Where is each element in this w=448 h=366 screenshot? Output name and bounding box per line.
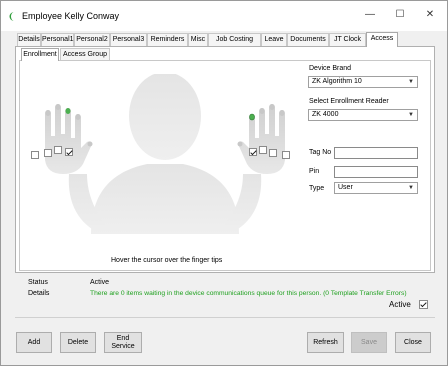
- tab-misc[interactable]: Misc: [188, 33, 208, 46]
- tab-personal3[interactable]: Personal3: [110, 33, 147, 46]
- chevron-down-icon: ▼: [408, 185, 414, 191]
- employee-window: Employee Kelly Conway — ☐ ✕ Details Pers…: [0, 0, 448, 366]
- right-middle-tip[interactable]: [259, 108, 265, 114]
- left-middle-tip[interactable]: [65, 108, 71, 114]
- save-button[interactable]: Save: [351, 332, 387, 353]
- end-service-line1: End: [116, 334, 130, 342]
- app-icon: [9, 12, 14, 21]
- title-bar[interactable]: Employee Kelly Conway — ☐ ✕: [1, 1, 447, 31]
- right-index-tip[interactable]: [249, 113, 255, 121]
- subtab-enrollment[interactable]: Enrollment: [21, 48, 59, 61]
- type-value: User: [338, 184, 353, 191]
- pin-input[interactable]: [334, 166, 418, 178]
- tag-no-input[interactable]: [334, 147, 418, 159]
- tab-documents[interactable]: Documents: [287, 33, 329, 46]
- enrollment-reader-label: Select Enrollment Reader: [309, 98, 389, 105]
- right-ring-checkbox[interactable]: [269, 149, 277, 157]
- close-window-button[interactable]: ✕: [419, 6, 441, 24]
- chevron-down-icon: ▼: [408, 112, 414, 118]
- device-brand-label: Device Brand: [309, 65, 352, 72]
- chevron-down-icon: ▼: [408, 79, 414, 85]
- left-hand: [45, 104, 93, 174]
- body-shape: [91, 164, 239, 234]
- left-pinky-checkbox[interactable]: [31, 151, 39, 159]
- close-button[interactable]: Close: [395, 332, 431, 353]
- maximize-button[interactable]: ☐: [389, 6, 411, 24]
- refresh-button[interactable]: Refresh: [307, 332, 344, 353]
- left-pinky-tip[interactable]: [45, 110, 51, 116]
- window-title: Employee Kelly Conway: [22, 11, 120, 21]
- tab-reminders[interactable]: Reminders: [147, 33, 188, 46]
- tab-job-costing[interactable]: Job Costing: [208, 33, 261, 46]
- pin-label: Pin: [309, 168, 320, 175]
- left-thumb-tip[interactable]: [87, 141, 93, 147]
- details-label: Details: [28, 290, 50, 297]
- end-service-button[interactable]: End Service: [104, 332, 142, 353]
- end-service-line2: Service: [111, 342, 135, 350]
- device-brand-value: ZK Algorithm 10: [312, 78, 362, 85]
- tab-personal2[interactable]: Personal2: [74, 33, 110, 46]
- right-index-checkbox[interactable]: [249, 148, 257, 156]
- left-ring-tip[interactable]: [55, 104, 61, 110]
- enrollment-reader-value: ZK 4000: [312, 111, 339, 118]
- right-pinky-tip[interactable]: [279, 110, 285, 116]
- left-index-tip[interactable]: [75, 114, 81, 120]
- finger-hover-hint: Hover the cursor over the finger tips: [111, 257, 223, 264]
- tab-details[interactable]: Details: [17, 33, 41, 46]
- tab-leave[interactable]: Leave: [261, 33, 287, 46]
- right-thumb-tip[interactable]: [237, 141, 243, 147]
- left-middle-checkbox[interactable]: [54, 146, 62, 154]
- right-hand: [237, 104, 285, 174]
- divider: [15, 317, 435, 318]
- type-select[interactable]: User ▼: [334, 182, 418, 194]
- type-label: Type: [309, 185, 325, 192]
- subtab-access-group[interactable]: Access Group: [60, 48, 110, 60]
- tab-jt-clock[interactable]: JT Clock: [329, 33, 366, 46]
- left-ring-checkbox[interactable]: [44, 149, 52, 157]
- right-ring-tip[interactable]: [269, 104, 275, 110]
- details-message: There are 0 items waiting in the device …: [90, 290, 407, 297]
- minimize-button[interactable]: —: [359, 6, 381, 24]
- tag-no-label: Tag No: [309, 149, 332, 156]
- enrollment-reader-select[interactable]: ZK 4000 ▼: [308, 109, 418, 121]
- left-index-checkbox[interactable]: [65, 148, 73, 156]
- right-middle-checkbox[interactable]: [259, 146, 267, 154]
- active-checkbox[interactable]: [419, 300, 428, 309]
- delete-button[interactable]: Delete: [60, 332, 96, 353]
- head-shape: [129, 74, 201, 160]
- status-label: Status: [28, 279, 48, 286]
- tab-access[interactable]: Access: [366, 32, 398, 47]
- right-pinky-checkbox[interactable]: [282, 151, 290, 159]
- add-button[interactable]: Add: [16, 332, 52, 353]
- status-value: Active: [90, 279, 110, 286]
- active-label: Active: [389, 300, 411, 309]
- device-brand-select[interactable]: ZK Algorithm 10 ▼: [308, 76, 418, 88]
- tab-personal1[interactable]: Personal1: [41, 33, 74, 46]
